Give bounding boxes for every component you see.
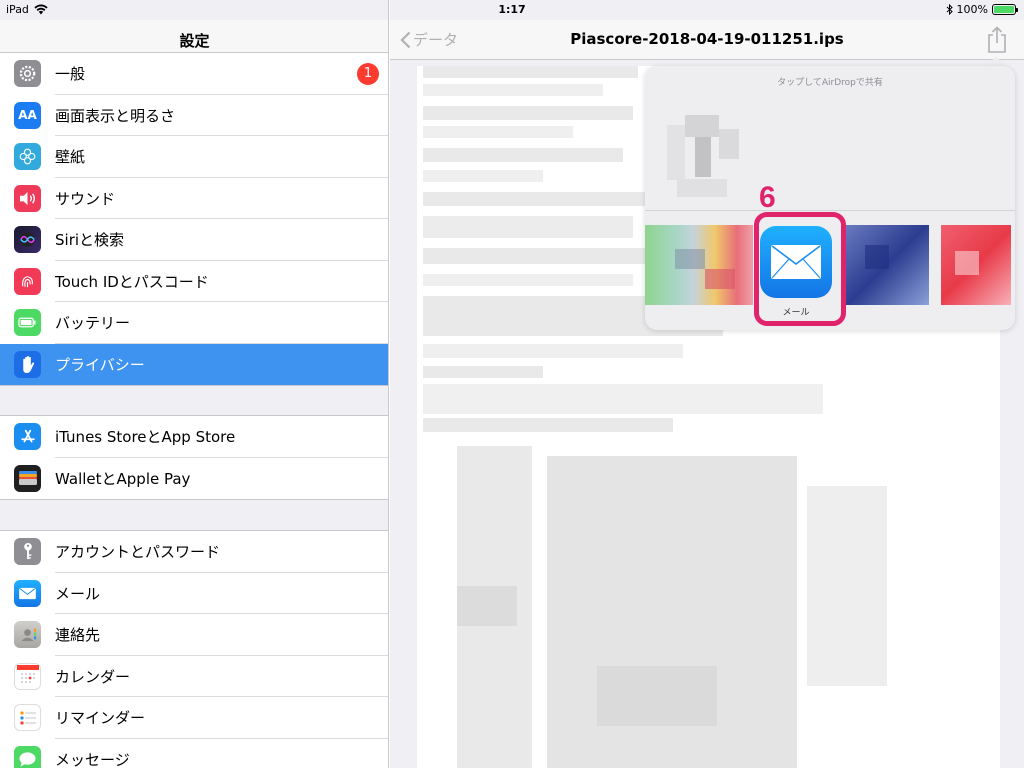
sidebar-item-reminders[interactable]: リマインダー [0,697,388,739]
notification-badge: 1 [357,62,379,85]
sidebar-item-label: バッテリー [55,314,131,333]
sidebar-item-privacy[interactable]: プライバシー [0,343,388,385]
sidebar-item-label: 一般 [55,65,86,84]
sidebar-item-mail[interactable]: メール [0,573,388,614]
bluetooth-icon [946,4,953,15]
fingerprint-icon [14,267,41,295]
share-icon[interactable] [986,26,1008,54]
battery-icon [992,4,1018,15]
sidebar-item-wallpaper[interactable]: 壁紙 [0,136,388,178]
step-number-annotation: 6 [759,181,776,214]
sidebar-item-general[interactable]: 一般 1 [0,53,388,95]
highlight-box [754,212,846,326]
sidebar-item-label: カレンダー [55,667,131,686]
battery-icon [14,309,41,337]
sidebar-item-label: 連絡先 [55,626,101,645]
sidebar-item-label: 画面表示と明るさ [55,106,176,125]
sidebar-item-app-store[interactable]: iTunes StoreとApp Store [0,416,388,458]
sidebar-item-label: メール [55,584,101,603]
mail-icon [14,579,41,607]
sidebar-item-siri[interactable]: Siriと検索 [0,219,388,261]
sidebar-item-battery[interactable]: バッテリー [0,302,388,344]
settings-group-2: iTunes StoreとApp Store WalletとApple Pay [0,415,388,500]
gear-icon [14,60,41,88]
sidebar-item-label: Touch IDとパスコード [55,272,209,291]
key-icon [14,538,41,566]
sidebar-item-accounts[interactable]: アカウントとパスワード [0,531,388,573]
reminders-icon [14,704,41,732]
sidebar-item-label: Siriと検索 [55,231,125,250]
share-sheet-arrow [987,56,1005,66]
sidebar-item-label: プライバシー [55,355,145,374]
sidebar-item-label: WalletとApple Pay [55,469,191,488]
sidebar-item-label: リマインダー [55,709,146,728]
document-title: Piascore-2018-04-19-011251.ips [570,30,844,48]
messages-icon [14,745,41,768]
sidebar-item-label: サウンド [55,189,116,208]
contacts-icon [14,621,41,649]
wallet-icon [14,464,41,492]
status-right: 100% [946,3,1018,16]
status-bar: iPad 1:17 100% [0,0,1024,20]
hand-icon [14,350,41,378]
status-time: 1:17 [498,3,526,16]
display-brightness-icon: AA [14,101,41,129]
sidebar-item-messages[interactable]: メッセージ [0,739,388,768]
sidebar-title: 設定 [179,32,210,50]
sidebar-item-label: アカウントとパスワード [55,543,221,562]
settings-group-1: 一般 1 AA 画面表示と明るさ 壁紙 サウンド Siriと検索 Touch I… [0,52,388,386]
airdrop-hint: タップしてAirDropで共有 [777,78,883,88]
siri-icon [14,226,41,254]
battery-fill [994,6,1014,13]
sidebar-item-label: メッセージ [55,750,130,768]
sidebar-item-label: 壁紙 [55,148,86,167]
wallpaper-flower-icon [14,143,41,171]
airdrop-area [645,88,1015,210]
sidebar-item-display[interactable]: AA 画面表示と明るさ [0,95,388,136]
airdrop-contact[interactable] [667,113,739,198]
sidebar-item-touch-id[interactable]: Touch IDとパスコード [0,261,388,302]
speaker-icon [14,184,41,212]
sidebar-item-calendar[interactable]: カレンダー [0,656,388,697]
sidebar-item-label: iTunes StoreとApp Store [55,428,236,447]
sidebar-item-sound[interactable]: サウンド [0,178,388,219]
sidebar-item-contacts[interactable]: 連絡先 [0,614,388,656]
detail-header: データ Piascore-2018-04-19-011251.ips [390,20,1024,60]
settings-sidebar: 設定 一般 1 AA 画面表示と明るさ 壁紙 サウンド Siriと検索 Touc… [0,0,389,768]
app-store-icon [14,423,41,451]
battery-percent: 100% [956,3,988,16]
settings-group-3: アカウントとパスワード メール 連絡先 カレンダー リマインダー メッセージ [0,530,388,768]
sidebar-item-wallet[interactable]: WalletとApple Pay [0,458,388,500]
calendar-icon [14,662,41,690]
